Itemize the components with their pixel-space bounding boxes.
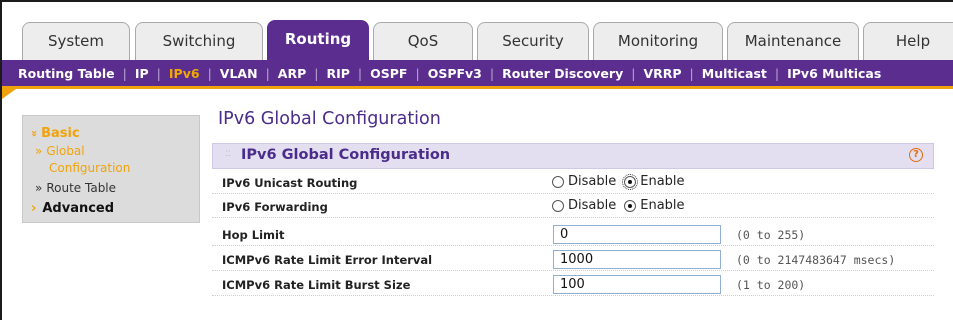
sub-nav-separator: | [631, 65, 636, 81]
sub-nav-separator: | [489, 65, 495, 81]
error-interval-label: ICMPv6 Rate Limit Error Interval [222, 253, 433, 267]
left-nav: »Basic » Global Configuration » Route Tabl… [22, 115, 200, 223]
tab-help[interactable]: Help [863, 22, 953, 60]
drag-handle-icon: :: [225, 148, 231, 159]
sub-nav-ospfv3[interactable]: OSPFv3 [428, 66, 482, 81]
sub-nav-items: Routing Table | IP | IPv6 | VLAN | ARP | RIP |… [18, 60, 881, 86]
row-unicast-routing: IPv6 Unicast Routing Disable Enable [212, 172, 934, 194]
nav-route-table-label: Route Table [46, 181, 117, 195]
tab-system[interactable]: System [22, 22, 130, 60]
row-hop-limit: Hop Limit (0 to 255) [212, 224, 934, 246]
nav-global-label-line2: Configuration [49, 161, 131, 175]
forwarding-enable-radio[interactable] [624, 199, 637, 212]
hop-limit-label: Hop Limit [222, 228, 285, 242]
sub-nav-ipv6[interactable]: IPv6 [169, 66, 200, 81]
section-header: :: IPv6 Global Configuration ? [212, 143, 934, 169]
sub-nav-arp[interactable]: ARP [278, 66, 306, 81]
chevron-right-icon: › [31, 201, 37, 216]
row-forwarding: IPv6 Forwarding Disable Enable [212, 196, 934, 218]
bullet-arrow-icon: » [35, 144, 43, 158]
nav-advanced[interactable]: › Advanced [31, 201, 114, 216]
sub-nav-multicast[interactable]: Multicast [702, 66, 767, 81]
nav-global-configuration[interactable]: » Global Configuration [35, 143, 130, 177]
forwarding-radio-group: Disable Enable [552, 198, 693, 213]
forwarding-disable-label: Disable [568, 198, 617, 213]
sub-nav-vlan[interactable]: VLAN [220, 66, 258, 81]
burst-size-label: ICMPv6 Rate Limit Burst Size [222, 278, 411, 292]
unicast-routing-disable-radio[interactable] [552, 175, 564, 188]
section-title: IPv6 Global Configuration [241, 147, 451, 163]
burst-size-input[interactable] [553, 275, 721, 294]
unicast-routing-radio-group: Disable Enable [552, 173, 693, 190]
row-burst-size: ICMPv6 Rate Limit Burst Size (1 to 200) [212, 274, 934, 296]
page-title: IPv6 Global Configuration [218, 109, 441, 129]
help-icon[interactable]: ? [909, 148, 923, 162]
sub-nav-ipv6-multicast[interactable]: IPv6 Multicas [787, 66, 881, 81]
unicast-routing-enable-label: Enable [640, 174, 685, 189]
sub-nav-router-discovery[interactable]: Router Discovery [502, 66, 623, 81]
sub-nav-separator: | [265, 65, 270, 81]
tab-security[interactable]: Security [477, 22, 589, 60]
hop-limit-input[interactable] [553, 225, 721, 244]
error-interval-hint: (0 to 2147483647 msecs) [736, 253, 896, 267]
sub-nav-ospf[interactable]: OSPF [370, 66, 407, 81]
sub-nav-separator: | [774, 65, 780, 81]
nav-basic[interactable]: »Basic [28, 126, 80, 141]
sub-nav-ip[interactable]: IP [135, 66, 149, 81]
tab-maintenance[interactable]: Maintenance [727, 22, 859, 60]
forwarding-label: IPv6 Forwarding [222, 200, 328, 214]
error-interval-input[interactable] [553, 250, 721, 269]
forwarding-enable-label: Enable [640, 198, 685, 213]
sub-nav-routing-table[interactable]: Routing Table [18, 66, 115, 81]
sub-nav-separator: | [207, 65, 212, 81]
nav-global-label: Global [46, 144, 85, 158]
nav-route-table[interactable]: » Route Table [35, 180, 116, 197]
sub-nav-separator: | [357, 65, 363, 81]
sub-nav-separator: | [314, 65, 319, 81]
top-tabs: System Switching Routing QoS Security Mo… [22, 20, 953, 60]
orange-corner-marker [2, 89, 16, 99]
sub-nav-vrrp[interactable]: VRRP [643, 66, 681, 81]
app-frame: System Switching Routing QoS Security Mo… [0, 0, 953, 320]
tab-monitoring[interactable]: Monitoring [593, 22, 723, 60]
bullet-arrow-icon: » [35, 181, 43, 195]
sub-nav-bar: Routing Table | IP | IPv6 | VLAN | ARP | RIP |… [2, 60, 953, 89]
sub-nav-separator: | [156, 65, 161, 81]
sub-nav-separator: | [689, 65, 694, 81]
tab-switching[interactable]: Switching [135, 22, 263, 60]
nav-basic-label: Basic [41, 126, 80, 141]
unicast-routing-enable-radio[interactable] [622, 173, 639, 190]
sub-nav-separator: | [122, 65, 127, 81]
unicast-routing-disable-label: Disable [568, 174, 617, 189]
nav-advanced-label: Advanced [42, 201, 115, 216]
hop-limit-hint: (0 to 255) [736, 228, 806, 242]
chevron-down-icon: » [28, 129, 42, 138]
row-error-interval: ICMPv6 Rate Limit Error Interval (0 to 2… [212, 249, 934, 271]
tab-qos[interactable]: QoS [373, 22, 473, 60]
tab-routing[interactable]: Routing [267, 20, 369, 60]
unicast-routing-label: IPv6 Unicast Routing [222, 176, 358, 190]
sub-nav-rip[interactable]: RIP [326, 66, 349, 81]
forwarding-disable-radio[interactable] [552, 199, 564, 212]
burst-size-hint: (1 to 200) [736, 278, 806, 292]
sub-nav-separator: | [415, 65, 420, 81]
